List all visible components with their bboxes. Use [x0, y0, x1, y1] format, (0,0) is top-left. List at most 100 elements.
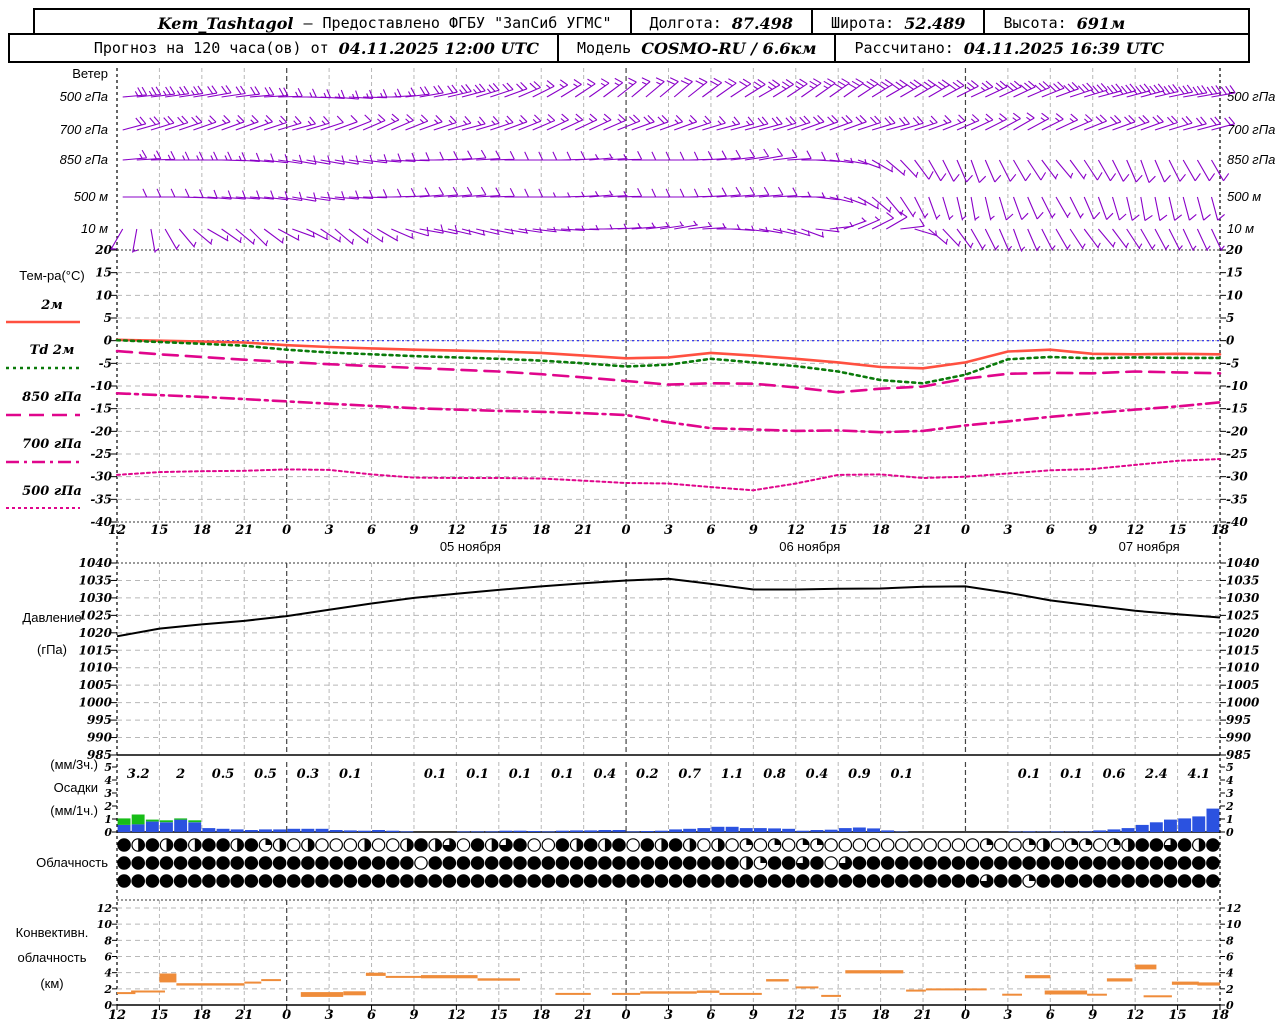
cloud-cover-symbol — [329, 856, 343, 870]
cloud-cover-symbol — [569, 874, 584, 888]
wind-barb — [956, 159, 973, 183]
cloud-cover-symbol — [202, 838, 216, 852]
axis-label: 18 — [532, 523, 550, 538]
axis-label: 6 — [706, 1008, 715, 1023]
cloud-cover-symbol — [965, 856, 980, 870]
cloud-cover-symbol — [1192, 856, 1206, 870]
cloud-cover-symbol — [668, 838, 683, 852]
snow-bar — [131, 814, 145, 825]
cloud-cover-symbol — [1050, 856, 1065, 870]
cloud-cover-symbol — [937, 874, 952, 888]
axis-label: 12 — [787, 523, 805, 538]
cloud-cover-symbol — [301, 856, 315, 870]
axis-label: 10 — [95, 288, 112, 302]
wind-barb — [306, 228, 329, 241]
wind-barb — [1211, 228, 1225, 252]
cloud-cover-symbol — [1078, 874, 1093, 888]
axis-label: 3 — [325, 523, 334, 538]
convective-cloud-layer — [300, 992, 344, 997]
cloud-cover-symbol — [795, 874, 810, 888]
convective-cloud-layer — [795, 986, 819, 989]
wind-barb — [829, 196, 854, 204]
axis-label: -15 — [1226, 402, 1248, 416]
axis-label: -25 — [1226, 447, 1248, 461]
wind-barb — [674, 188, 699, 198]
cloud-cover-symbol — [1121, 874, 1135, 888]
cloud-cover-symbol — [541, 874, 556, 888]
wind-barbs-row-1 — [122, 112, 1236, 131]
wind-barb — [532, 192, 557, 198]
cloud-cover-symbol — [598, 856, 612, 870]
wind-barb — [207, 228, 229, 242]
axis-label: 5 — [104, 311, 112, 325]
rain-bar — [655, 830, 668, 832]
cloud-cover-symbol — [626, 856, 640, 870]
wind-barb — [970, 159, 987, 183]
cloud-cover-symbol — [329, 874, 343, 888]
wind-barb — [546, 151, 572, 161]
temperature-series — [6, 320, 1222, 509]
rain-bar — [499, 830, 513, 832]
wind-barb — [1112, 159, 1130, 182]
wind-barb — [1041, 228, 1056, 251]
rain-bar — [386, 830, 400, 832]
axis-label: 5 — [1226, 761, 1234, 774]
rain-bar — [584, 830, 598, 832]
wind-barb — [518, 151, 544, 161]
cloud-cover-symbol — [866, 856, 881, 870]
cloud-cover-symbol — [414, 856, 428, 870]
wind-barb — [970, 228, 986, 251]
cloud-cover-symbol — [852, 874, 867, 888]
cloud-cover-symbol — [428, 856, 442, 870]
wind-barb — [1069, 159, 1087, 180]
axis-label: 1035 — [79, 573, 112, 587]
axis-label: 0.1 — [1018, 767, 1041, 782]
wind-barb — [631, 188, 657, 198]
cloud-cover-symbol — [343, 856, 358, 870]
wind-barb — [1027, 159, 1047, 181]
axis-label: 18 — [532, 1008, 550, 1023]
cloud-cover-symbol — [654, 874, 669, 888]
cloud-cover-symbol — [513, 874, 527, 888]
snow-bar — [145, 819, 159, 822]
wind-barb — [1041, 196, 1056, 219]
cloud-cover-fill — [237, 838, 244, 852]
rain-bar — [131, 824, 145, 832]
cloud-cover-symbol — [1135, 856, 1149, 870]
wind-barb — [942, 228, 961, 247]
rain-bar — [1178, 818, 1192, 833]
cloud-cover-symbol — [965, 838, 980, 852]
wind-barb — [1154, 196, 1168, 221]
wind-barb — [377, 188, 402, 198]
axis-label: 6 — [706, 523, 715, 538]
rain-bar — [1121, 828, 1135, 832]
wind-barb — [998, 196, 1014, 221]
axis-label: 0 — [622, 1008, 631, 1023]
rain-bar — [768, 828, 781, 832]
wind-barb — [1069, 196, 1084, 219]
axis-label: 18 — [1211, 523, 1229, 538]
axis-label: 1000 — [79, 696, 113, 710]
cloud-cover-symbol — [371, 856, 386, 870]
axis-label: 4 — [104, 774, 112, 787]
axis-label: 07 ноября — [1119, 539, 1180, 554]
rain-bar — [626, 831, 640, 833]
convective-cloud-layer — [766, 979, 789, 982]
cloud-cover-symbol — [244, 856, 259, 870]
axis-label: 0.1 — [1060, 767, 1083, 782]
cloud-cover-symbol — [286, 856, 301, 870]
cloud-cover-fill — [760, 856, 767, 863]
axis-label: -35 — [1226, 492, 1248, 506]
wind-barb — [815, 152, 841, 162]
cloud-cover-fill — [746, 838, 753, 845]
cloud-cover-symbol — [258, 856, 273, 870]
rain-bar — [1022, 831, 1036, 833]
cloud-cover-symbol — [753, 838, 768, 852]
rain-bar — [457, 831, 470, 833]
wind-barb — [702, 150, 727, 161]
cloud-cover-symbol — [456, 838, 471, 852]
rain-bar — [1149, 822, 1163, 833]
axis-label: 1035 — [1226, 573, 1259, 587]
axis-label: 0 — [1226, 826, 1234, 839]
axis-label: 4 — [1226, 967, 1234, 980]
